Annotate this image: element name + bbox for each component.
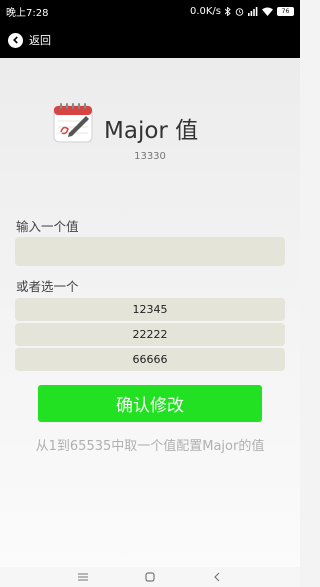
current-major-value: 13330: [134, 151, 166, 162]
back-button[interactable]: 返回: [8, 32, 51, 48]
option-button-1[interactable]: 12345: [15, 298, 285, 321]
home-square-icon: [145, 572, 155, 582]
status-bar: 晚上7:28 0.0K/s 76: [0, 0, 300, 22]
page-title: Major 值: [104, 118, 199, 144]
value-input[interactable]: [15, 237, 285, 266]
hint-text: 从1到65535中取一个值配置Major的值: [35, 439, 265, 454]
status-time: 晚上7:28: [6, 7, 49, 19]
choose-label: 或者选一个: [16, 279, 79, 294]
home-nav-button[interactable]: [140, 569, 160, 585]
battery-icon: 76: [277, 6, 294, 16]
menu-nav-button[interactable]: [73, 569, 93, 585]
back-icon: [8, 32, 23, 48]
wifi-icon: [262, 7, 273, 16]
status-icons: 0.0K/s 76: [190, 6, 294, 17]
back-arrow-icon: [213, 572, 220, 582]
menu-icon: [78, 573, 89, 581]
system-nav-bar: [0, 567, 300, 587]
notepad-pen-icon: [53, 103, 93, 143]
network-speed: 0.0K/s: [189, 5, 221, 17]
option-button-3[interactable]: 66666: [15, 348, 285, 371]
alarm-icon: [235, 7, 244, 16]
confirm-button[interactable]: 确认修改: [38, 385, 262, 422]
option-button-2[interactable]: 22222: [15, 323, 285, 346]
title-bar: 返回: [0, 22, 300, 58]
main-content: Major 值 13330 输入一个值 或者选一个 12345 22222 66…: [0, 58, 300, 567]
bluetooth-icon: [225, 6, 231, 16]
input-label: 输入一个值: [16, 219, 79, 234]
back-label: 返回: [29, 34, 51, 47]
back-nav-button[interactable]: [207, 569, 227, 585]
signal-icon: [248, 6, 258, 16]
